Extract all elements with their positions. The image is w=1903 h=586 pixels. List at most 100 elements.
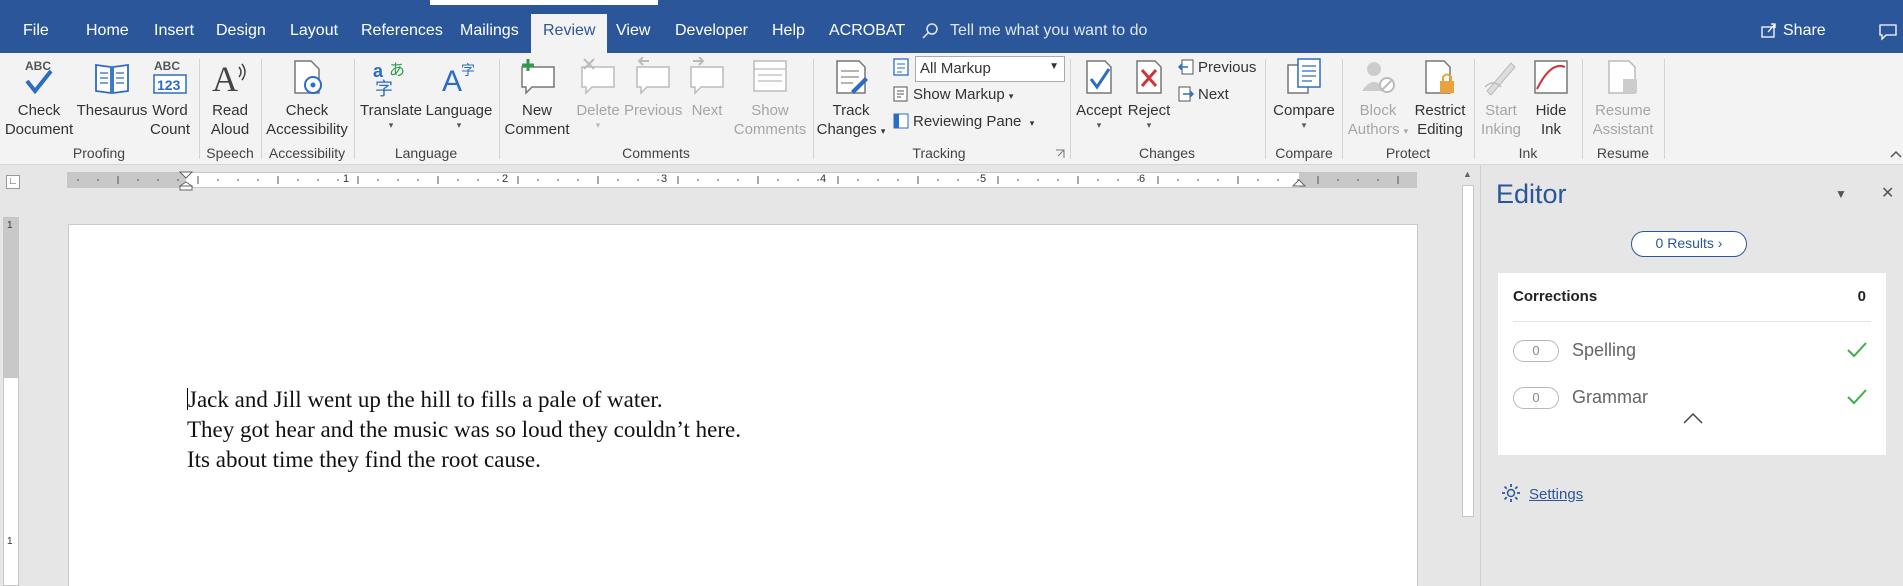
thesaurus-label: Thesaurus xyxy=(76,102,148,119)
hide-ink-button[interactable]: Hide Ink xyxy=(1528,57,1574,139)
tab-references[interactable]: References xyxy=(361,22,443,40)
spelling-count-badge: 0 xyxy=(1513,340,1559,362)
read-aloud-button[interactable]: A Read Aloud xyxy=(204,57,256,139)
dropdown-arrow-icon: ▼ xyxy=(1049,61,1059,72)
display-for-review-dropdown[interactable]: All Markup ▼ xyxy=(915,56,1065,82)
accept-icon xyxy=(1086,60,1112,94)
chevron-up-icon[interactable] xyxy=(1682,411,1704,425)
settings-label: Settings xyxy=(1529,486,1584,503)
accept-button[interactable]: Accept ▾ xyxy=(1074,57,1124,130)
show-comments-label-2: Comments xyxy=(733,121,807,138)
start-inking-button[interactable]: Start Inking xyxy=(1478,57,1524,139)
language-button[interactable]: A字 Language ▾ xyxy=(424,57,494,130)
new-comment-label-2: Comment xyxy=(504,121,570,138)
comments-pane-icon[interactable] xyxy=(1878,23,1898,41)
share-button[interactable]: Share xyxy=(1783,22,1826,40)
previous-change-button[interactable]: Previous xyxy=(1177,59,1256,76)
show-markup-icon xyxy=(893,86,908,102)
show-markup-button[interactable]: Show Markup ▾ xyxy=(893,86,1013,103)
group-separator xyxy=(1342,59,1343,159)
resume-assistant-icon xyxy=(1608,60,1637,94)
document-line[interactable]: Jack and Jill went up the hill to fills … xyxy=(187,385,741,415)
close-icon[interactable]: ✕ xyxy=(1881,183,1894,203)
word-count-button[interactable]: ABC 123 Word Count xyxy=(148,57,192,139)
vertical-scrollbar[interactable]: ▲ xyxy=(1458,165,1478,586)
tell-me-search[interactable]: Tell me what you want to do xyxy=(950,22,1147,40)
tab-home[interactable]: Home xyxy=(86,22,129,40)
tab-layout[interactable]: Layout xyxy=(290,22,338,40)
group-separator xyxy=(1070,59,1071,159)
document-line[interactable]: They got hear and the music was so loud … xyxy=(187,415,741,445)
reject-button[interactable]: Reject ▾ xyxy=(1126,57,1172,130)
block-authors-button[interactable]: Block Authors ▾ xyxy=(1346,57,1410,141)
show-comments-button[interactable]: Show Comments xyxy=(732,57,808,139)
ink-group-label: Ink xyxy=(1518,145,1538,161)
delete-label: Delete xyxy=(576,102,620,119)
next-comment-icon xyxy=(690,57,724,95)
svg-text:ABC: ABC xyxy=(25,59,51,73)
tab-selector-button[interactable]: ∟ xyxy=(6,175,20,189)
checkmark-icon xyxy=(1847,342,1867,358)
lightbulb-search-icon xyxy=(922,23,938,39)
tab-view[interactable]: View xyxy=(616,22,650,40)
check-document-label-1: Check xyxy=(17,102,61,119)
ruler-number: 6 xyxy=(1139,173,1146,185)
document-page[interactable]: Jack and Jill went up the hill to fills … xyxy=(68,224,1418,586)
right-indent-marker-icon[interactable] xyxy=(1292,179,1306,189)
grammar-label: Grammar xyxy=(1572,387,1648,407)
next-change-label: Next xyxy=(1198,86,1229,103)
indent-marker-icon[interactable] xyxy=(179,171,193,191)
document-body[interactable]: Jack and Jill went up the hill to fills … xyxy=(187,385,741,475)
group-separator xyxy=(1474,59,1475,159)
book-icon xyxy=(95,63,129,95)
grammar-count-badge: 0 xyxy=(1513,387,1559,409)
new-comment-button[interactable]: New Comment xyxy=(504,57,570,139)
resume-assistant-button[interactable]: Resume Assistant xyxy=(1586,57,1660,139)
pane-options-icon[interactable]: ▼ xyxy=(1835,187,1847,201)
track-changes-icon xyxy=(836,60,868,94)
quick-access-search-box[interactable] xyxy=(430,0,658,5)
check-accessibility-button[interactable]: Check Accessibility xyxy=(264,57,350,139)
tab-acrobat[interactable]: ACROBAT xyxy=(829,22,905,40)
read-aloud-label-2: Aloud xyxy=(210,121,250,138)
speech-group-label: Speech xyxy=(206,145,254,161)
vertical-ruler-number: 1 xyxy=(7,536,13,547)
accept-label: Accept xyxy=(1076,102,1122,119)
tab-insert[interactable]: Insert xyxy=(154,22,194,40)
tab-review[interactable]: Review xyxy=(531,14,608,53)
track-changes-button[interactable]: Track Changes ▾ xyxy=(816,57,886,141)
tab-file[interactable]: File xyxy=(23,22,49,40)
translate-button[interactable]: aあ字 Translate ▾ xyxy=(358,57,424,130)
vertical-ruler[interactable]: 1 1 xyxy=(3,217,19,586)
reviewing-pane-button[interactable]: Reviewing Pane ▾ xyxy=(893,113,1034,130)
horizontal-ruler[interactable]: 1 2 3 4 5 6 xyxy=(67,171,1417,191)
tab-design[interactable]: Design xyxy=(216,22,266,40)
tab-mailings[interactable]: Mailings xyxy=(460,22,519,40)
tab-help[interactable]: Help xyxy=(772,22,805,40)
check-document-button[interactable]: ABC Check Document xyxy=(4,57,74,139)
previous-comment-button[interactable]: Previous xyxy=(624,57,682,120)
next-change-button[interactable]: Next xyxy=(1178,86,1229,103)
svg-text:あ: あ xyxy=(389,61,405,79)
group-separator xyxy=(499,59,500,159)
tracking-options-launcher-icon[interactable] xyxy=(1055,149,1065,159)
start-inking-label-2: Inking xyxy=(1480,121,1522,138)
reviewing-pane-label: Reviewing Pane xyxy=(913,113,1022,130)
thesaurus-button[interactable]: Thesaurus xyxy=(76,57,148,120)
pen-icon xyxy=(1484,62,1516,96)
document-line[interactable]: Its about time they find the root cause. xyxy=(187,445,741,475)
collapse-ribbon-icon[interactable] xyxy=(1890,149,1902,159)
scrollbar-thumb[interactable] xyxy=(1462,185,1474,517)
restrict-editing-button[interactable]: Restrict Editing xyxy=(1410,57,1470,139)
corrections-card: Corrections 0 0 Spelling 0 Grammar xyxy=(1498,273,1886,455)
ruler-number: 3 xyxy=(661,173,668,185)
compare-button[interactable]: Compare ▾ xyxy=(1270,57,1338,130)
scroll-up-icon[interactable]: ▲ xyxy=(1463,169,1472,179)
results-button[interactable]: 0 Results › xyxy=(1631,231,1747,257)
resume-group-label: Resume xyxy=(1596,145,1650,161)
tab-developer[interactable]: Developer xyxy=(675,22,748,40)
settings-link[interactable]: Settings xyxy=(1501,483,1583,503)
delete-comment-button[interactable]: Delete ▾ xyxy=(572,57,624,130)
next-comment-button[interactable]: Next xyxy=(684,57,730,120)
track-changes-label-2: Changes xyxy=(816,121,877,138)
